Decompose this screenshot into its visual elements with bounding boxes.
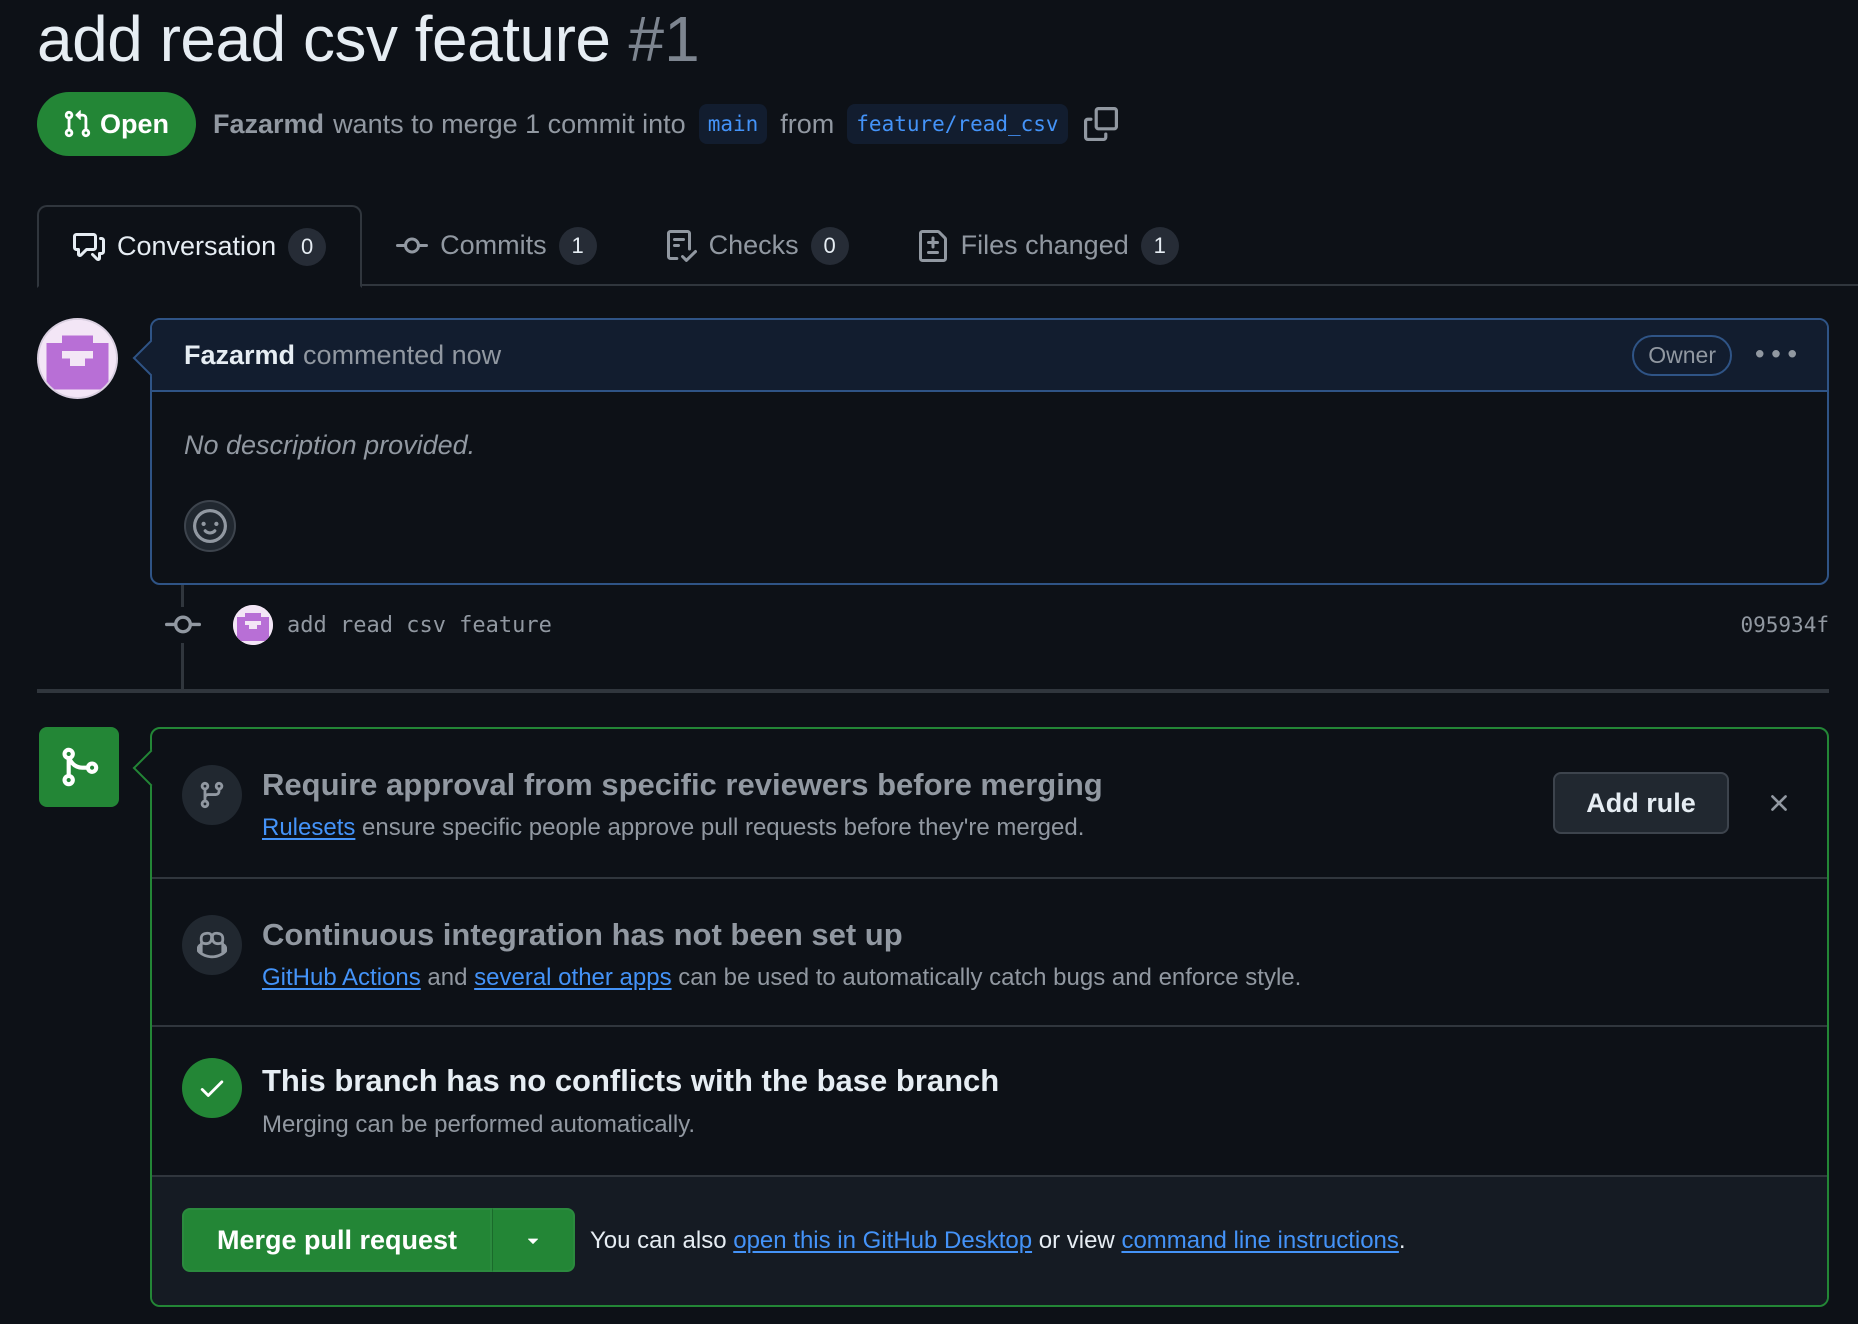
comment-timestamp[interactable]: commented now [303, 340, 501, 371]
triangle-down-icon [528, 1238, 539, 1244]
merge-summary: Fazarmd wants to merge 1 commit into mai… [213, 104, 1072, 144]
head-branch[interactable]: feature/read_csv [847, 104, 1068, 144]
success-icon-circle [182, 1058, 242, 1118]
from-text: from [780, 108, 835, 139]
branch-icon-circle [182, 765, 242, 825]
merge-text: wants to merge 1 commit into [333, 108, 686, 139]
tab-label: Files changed [960, 230, 1129, 260]
tab-files-changed[interactable]: Files changed 1 [883, 205, 1213, 286]
pr-header: add read csv feature #1 [37, 2, 700, 76]
pr-meta: Open Fazarmd wants to merge 1 commit int… [37, 92, 1118, 156]
conflicts-status: This branch has no conflicts with the ba… [152, 1027, 1827, 1177]
add-rule-button[interactable]: Add rule [1553, 772, 1729, 834]
comment-box: Fazarmd commented now Owner No descripti… [150, 318, 1829, 585]
checklist-icon [666, 229, 697, 262]
merge-box: Require approval from specific reviewers… [150, 727, 1829, 1307]
copilot-icon-circle [182, 915, 242, 975]
copilot-icon [197, 931, 227, 959]
add-reaction-button[interactable] [184, 500, 236, 552]
comment-author[interactable]: Fazarmd [184, 340, 295, 371]
ruleset-text: ensure specific people approve pull requ… [362, 814, 1085, 841]
other-apps-link[interactable]: several other apps [474, 964, 671, 991]
git-commit-icon [396, 237, 429, 253]
github-actions-link[interactable]: GitHub Actions [262, 964, 421, 991]
ruleset-suggestion: Require approval from specific reviewers… [152, 729, 1827, 879]
git-branch-icon [200, 781, 224, 809]
git-commit-icon [165, 607, 201, 643]
comment-header: Fazarmd commented now Owner [152, 320, 1827, 392]
tab-counter: 1 [558, 226, 597, 265]
pr-tabs: Conversation 0 Commits 1 Checks 0 Files … [37, 205, 1858, 288]
tab-commits[interactable]: Commits 1 [362, 205, 631, 286]
close-icon[interactable] [1765, 789, 1793, 817]
commit-message-link[interactable]: add read csv feature [287, 613, 552, 638]
merge-status-icon [39, 727, 119, 807]
tab-label: Conversation [117, 231, 277, 261]
github-desktop-link[interactable]: open this in GitHub Desktop [733, 1227, 1032, 1254]
tab-counter: 0 [288, 227, 327, 266]
tab-label: Checks [708, 230, 799, 260]
command-line-link[interactable]: command line instructions [1121, 1227, 1398, 1254]
tab-checks[interactable]: Checks 0 [631, 205, 883, 286]
comment-body: No description provided. [184, 430, 476, 460]
state-label: Open [100, 108, 170, 139]
hint-prefix: You can also [590, 1227, 727, 1254]
kebab-horizontal-icon[interactable] [1756, 335, 1796, 375]
merge-actions: Merge pull request You can also open thi… [152, 1177, 1827, 1305]
comment-discussion-icon [73, 232, 105, 261]
hint-middle: or view [1038, 1227, 1115, 1254]
ruleset-heading: Require approval from specific reviewers… [262, 767, 1103, 802]
identicon-image [39, 320, 116, 397]
tab-conversation[interactable]: Conversation 0 [37, 205, 363, 288]
ci-heading: Continuous integration has not been set … [262, 917, 903, 952]
identicon-image [233, 605, 273, 645]
state-badge: Open [37, 92, 197, 156]
git-merge-icon [62, 747, 99, 787]
smiley-icon [193, 509, 227, 543]
merge-pull-request-button[interactable]: Merge pull request [182, 1208, 493, 1272]
tab-counter: 0 [810, 226, 849, 265]
pr-title: add read csv feature [37, 3, 611, 75]
owner-badge: Owner [1632, 334, 1732, 376]
merge-hint: You can also open this in GitHub Desktop… [590, 1227, 1406, 1255]
conflicts-heading: This branch has no conflicts with the ba… [262, 1063, 1000, 1098]
ruleset-description: Rulesets ensure specific people approve … [262, 814, 1084, 842]
file-diff-icon [918, 229, 947, 262]
ci-and-text: and [427, 964, 468, 991]
tab-counter: 1 [1140, 226, 1179, 265]
pr-number: #1 [628, 3, 700, 75]
avatar[interactable] [233, 605, 273, 645]
avatar[interactable] [37, 318, 118, 399]
merge-method-dropdown[interactable] [492, 1208, 576, 1272]
ci-description: GitHub Actions and several other apps ca… [262, 964, 1301, 992]
timeline-divider [37, 689, 1829, 693]
hint-end: . [1398, 1227, 1406, 1254]
copy-icon[interactable] [1083, 107, 1118, 141]
author-link[interactable]: Fazarmd [213, 109, 324, 140]
commit-sha-link[interactable]: 095934f [1740, 613, 1829, 637]
tab-label: Commits [440, 230, 547, 260]
check-icon [200, 1080, 224, 1097]
git-pull-request-icon [64, 110, 91, 138]
base-branch[interactable]: main [698, 104, 768, 144]
timeline-commit: add read csv feature 095934f [165, 600, 1829, 650]
conflicts-description: Merging can be performed automatically. [262, 1111, 696, 1138]
rulesets-link[interactable]: Rulesets [262, 814, 355, 841]
ci-suggestion: Continuous integration has not been set … [152, 879, 1827, 1027]
merge-button-group: Merge pull request [182, 1208, 576, 1272]
ci-text: can be used to automatically catch bugs … [678, 964, 1302, 991]
